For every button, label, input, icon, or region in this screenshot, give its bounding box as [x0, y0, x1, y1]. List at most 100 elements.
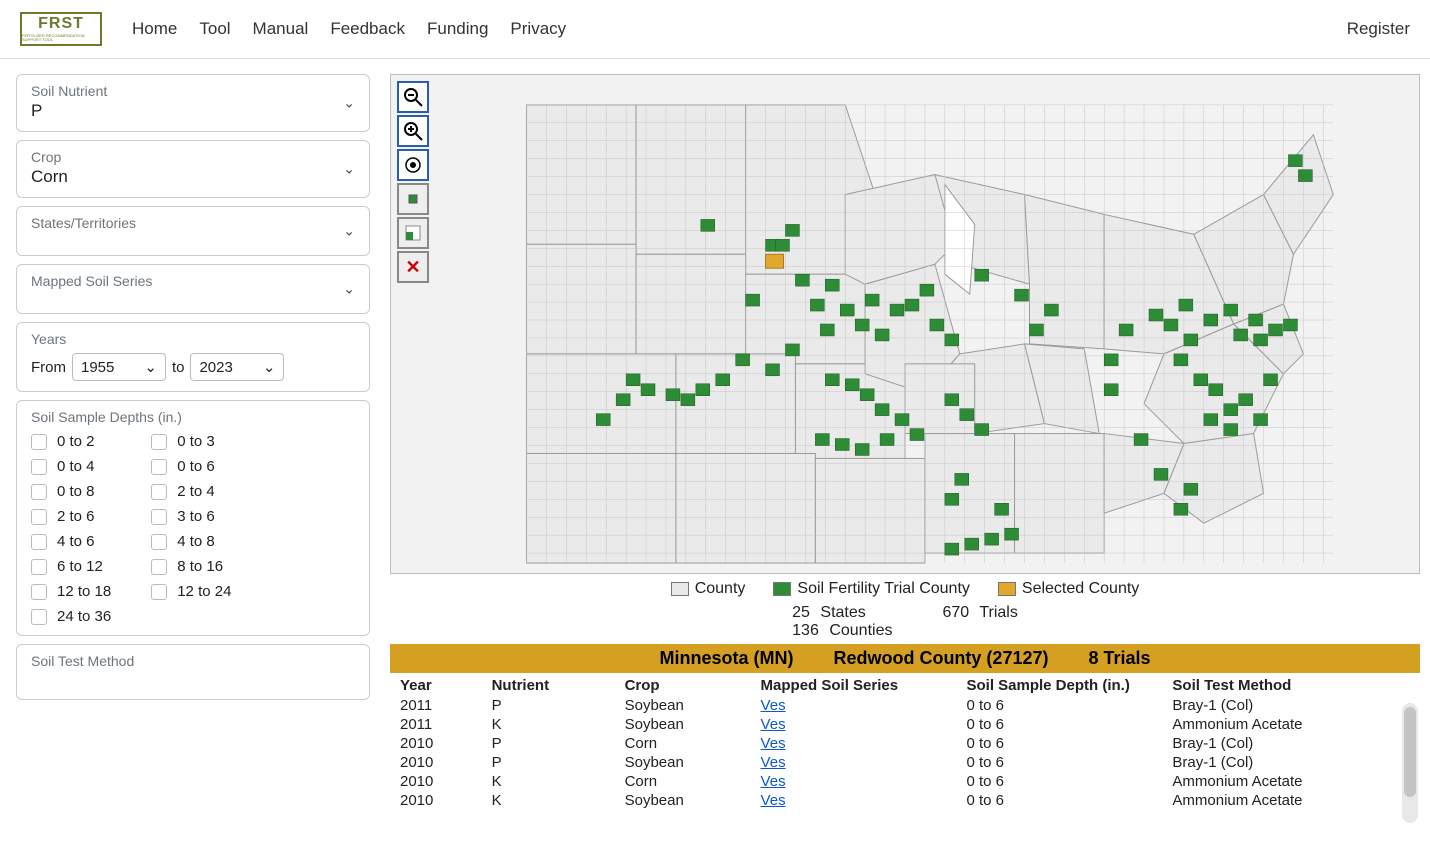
filter-soil-nutrient[interactable]: Soil Nutrient P ⌄ — [16, 74, 370, 132]
table-scrollbar[interactable] — [1402, 703, 1418, 823]
trial-county[interactable] — [985, 533, 999, 545]
trial-county[interactable] — [1174, 354, 1188, 366]
trial-county[interactable] — [930, 319, 944, 331]
trial-county[interactable] — [1224, 424, 1238, 436]
trial-county[interactable] — [975, 424, 989, 436]
trial-county[interactable] — [840, 304, 854, 316]
trial-county[interactable] — [626, 374, 640, 386]
trial-county[interactable] — [1254, 334, 1268, 346]
nav-funding[interactable]: Funding — [427, 19, 488, 39]
trial-county[interactable] — [746, 294, 760, 306]
trial-county[interactable] — [1288, 155, 1302, 167]
trial-county[interactable] — [1194, 374, 1208, 386]
depth-checkbox[interactable] — [151, 484, 167, 500]
nav-home[interactable]: Home — [132, 19, 177, 39]
depth-checkbox[interactable] — [31, 434, 47, 450]
depth-checkbox[interactable] — [31, 559, 47, 575]
trial-county[interactable] — [1239, 394, 1253, 406]
trial-county[interactable] — [825, 279, 839, 291]
depth-option[interactable]: 24 to 36 — [31, 608, 111, 625]
trial-county[interactable] — [890, 304, 904, 316]
trial-county[interactable] — [825, 374, 839, 386]
trial-county[interactable] — [795, 274, 809, 286]
trial-county[interactable] — [681, 394, 695, 406]
layer-trial-icon[interactable] — [397, 183, 429, 215]
depth-option[interactable]: 4 to 8 — [151, 533, 231, 550]
trial-county[interactable] — [905, 299, 919, 311]
trial-county[interactable] — [1164, 319, 1178, 331]
trial-county[interactable] — [785, 344, 799, 356]
trial-county[interactable] — [736, 354, 750, 366]
years-from-select[interactable]: 1955⌄ — [72, 353, 166, 381]
nav-manual[interactable]: Manual — [253, 19, 309, 39]
filter-states[interactable]: States/Territories ⌄ — [16, 206, 370, 256]
soil-series-link[interactable]: Ves — [761, 754, 786, 771]
trial-county[interactable] — [1269, 324, 1283, 336]
zoom-out-icon[interactable] — [397, 81, 429, 113]
nav-register[interactable]: Register — [1347, 19, 1410, 38]
trial-county[interactable] — [815, 434, 829, 446]
filter-crop[interactable]: Crop Corn ⌄ — [16, 140, 370, 198]
trial-county[interactable] — [596, 414, 610, 426]
zoom-in-icon[interactable] — [397, 115, 429, 147]
soil-series-link[interactable]: Ves — [761, 735, 786, 752]
trial-county[interactable] — [1030, 324, 1044, 336]
depth-option[interactable]: 2 to 4 — [151, 483, 231, 500]
filter-method[interactable]: Soil Test Method — [16, 644, 370, 700]
depth-option[interactable]: 0 to 6 — [151, 458, 231, 475]
trial-county[interactable] — [810, 299, 824, 311]
soil-series-link[interactable]: Ves — [761, 716, 786, 733]
trial-county[interactable] — [1134, 434, 1148, 446]
trial-county[interactable] — [641, 384, 655, 396]
depth-checkbox[interactable] — [151, 584, 167, 600]
depth-option[interactable]: 8 to 16 — [151, 558, 231, 575]
nav-feedback[interactable]: Feedback — [330, 19, 405, 39]
depth-option[interactable]: 0 to 2 — [31, 433, 111, 450]
trial-county[interactable] — [1154, 468, 1168, 480]
trial-county[interactable] — [1179, 299, 1193, 311]
depth-option[interactable]: 6 to 12 — [31, 558, 111, 575]
trial-county[interactable] — [975, 269, 989, 281]
trial-county[interactable] — [875, 329, 889, 341]
trial-county[interactable] — [1204, 414, 1218, 426]
trial-county[interactable] — [1149, 309, 1163, 321]
trial-county[interactable] — [1005, 528, 1019, 540]
trial-county[interactable] — [1224, 304, 1238, 316]
trial-county[interactable] — [1264, 374, 1278, 386]
trial-county[interactable] — [960, 409, 974, 421]
trial-county[interactable] — [945, 394, 959, 406]
years-to-select[interactable]: 2023⌄ — [190, 353, 284, 381]
us-map[interactable] — [391, 75, 1419, 573]
trial-county[interactable] — [1184, 483, 1198, 495]
trial-county[interactable] — [1209, 384, 1223, 396]
scrollbar-thumb[interactable] — [1404, 707, 1416, 797]
trial-county[interactable] — [1044, 304, 1058, 316]
trial-county[interactable] — [1119, 324, 1133, 336]
clear-selection-icon[interactable]: ✕ — [397, 251, 429, 283]
trial-county[interactable] — [1249, 314, 1263, 326]
trial-county[interactable] — [1298, 170, 1312, 182]
soil-series-link[interactable]: Ves — [761, 792, 786, 809]
locate-icon[interactable] — [397, 149, 429, 181]
depth-option[interactable]: 0 to 8 — [31, 483, 111, 500]
depth-checkbox[interactable] — [31, 484, 47, 500]
depth-checkbox[interactable] — [31, 509, 47, 525]
depth-checkbox[interactable] — [151, 459, 167, 475]
trial-county[interactable] — [945, 543, 959, 555]
depth-checkbox[interactable] — [151, 434, 167, 450]
trial-county[interactable] — [701, 219, 715, 231]
trial-county[interactable] — [1204, 314, 1218, 326]
depth-option[interactable]: 12 to 18 — [31, 583, 111, 600]
trial-county[interactable] — [1104, 384, 1118, 396]
trial-county[interactable] — [1104, 354, 1118, 366]
trial-county[interactable] — [666, 389, 680, 401]
filter-soil-series[interactable]: Mapped Soil Series ⌄ — [16, 264, 370, 314]
depth-option[interactable]: 0 to 4 — [31, 458, 111, 475]
trial-county[interactable] — [785, 224, 799, 236]
selected-county[interactable] — [766, 254, 784, 268]
depth-option[interactable]: 2 to 6 — [31, 508, 111, 525]
trial-county[interactable] — [820, 324, 834, 336]
depth-option[interactable]: 4 to 6 — [31, 533, 111, 550]
trial-county[interactable] — [1015, 289, 1029, 301]
depth-checkbox[interactable] — [31, 534, 47, 550]
